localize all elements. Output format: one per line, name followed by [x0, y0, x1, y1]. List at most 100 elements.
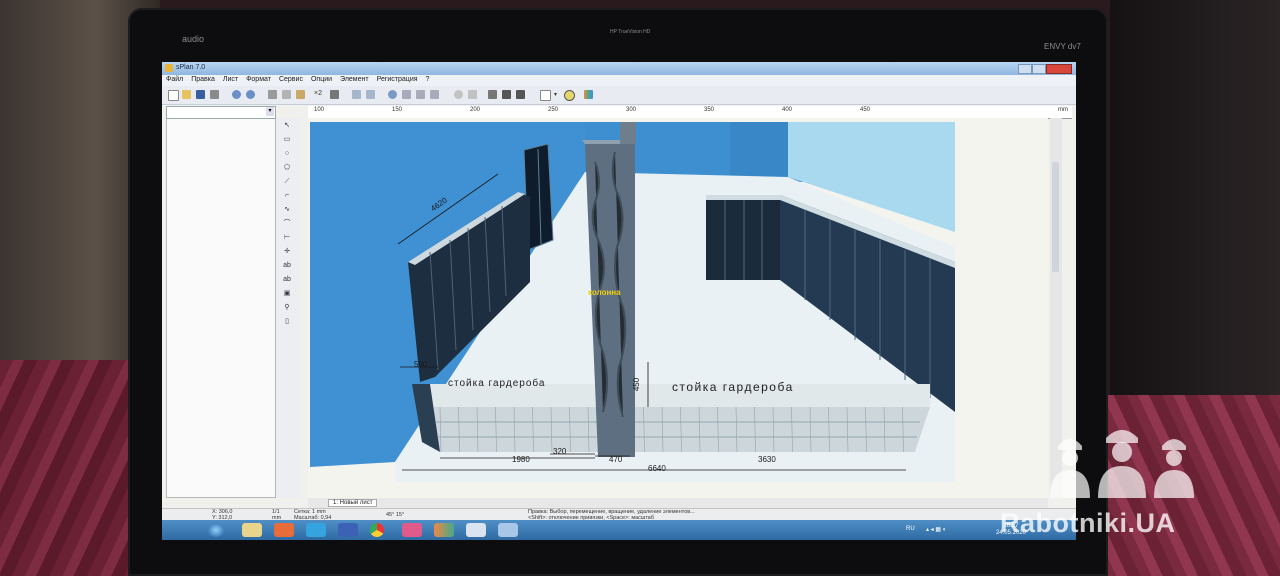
media-player-icon[interactable]	[274, 523, 294, 537]
watermark-text: Rabotniki.UA	[1000, 508, 1176, 538]
snap-icon[interactable]	[454, 90, 463, 99]
menu-item-4[interactable]: Сервис	[279, 76, 303, 83]
menu-item-5[interactable]: Опции	[311, 76, 332, 83]
binoculars-icon[interactable]	[516, 90, 525, 99]
chevron-down-icon[interactable]: ▾	[554, 91, 557, 98]
library-select[interactable]: ▾	[166, 106, 276, 119]
dimension-tool-icon[interactable]: ⊢	[282, 234, 292, 242]
bezel-webcam-label: HP TrueVision HD	[610, 29, 651, 35]
copy-icon[interactable]	[282, 90, 291, 99]
menu-item-3[interactable]: Формат	[246, 76, 271, 83]
polyline-tool-icon[interactable]: ⌐	[282, 192, 292, 200]
chrome-icon[interactable]	[370, 523, 384, 537]
image-tool-icon[interactable]: ▣	[282, 290, 292, 298]
angle-snap-readout[interactable]: 45° 15°	[386, 512, 404, 518]
sheet-tab-1[interactable]: 1: Новый лист	[328, 499, 378, 507]
ie-browser-icon[interactable]	[338, 523, 358, 537]
ruler-top-tick: 150	[392, 107, 403, 113]
window-titlebar[interactable]: sPlan 7.0	[162, 62, 1076, 75]
ruler-top-tick: 200	[470, 107, 481, 113]
undo-icon[interactable]	[232, 90, 241, 99]
rack-height-label: 450	[632, 377, 642, 392]
splan-taskbar-icon[interactable]	[434, 523, 454, 537]
dim-320-label: 320	[553, 447, 567, 456]
redo-icon[interactable]	[246, 90, 255, 99]
maximize-button[interactable]	[1032, 64, 1046, 74]
ungroup-icon[interactable]	[366, 90, 375, 99]
text-tool-icon[interactable]: ab	[282, 262, 292, 270]
rack-right-label: стойка гардероба	[672, 380, 794, 394]
open-folder-icon[interactable]	[182, 90, 191, 99]
ruler-top-tick: 100	[314, 107, 325, 113]
mirror-horizontal-icon[interactable]	[402, 90, 411, 99]
measure-icon[interactable]	[502, 90, 511, 99]
library-icon[interactable]	[584, 90, 593, 99]
vertical-scrollbar-thumb[interactable]	[1052, 162, 1059, 272]
menu-item-8[interactable]: ?	[426, 76, 430, 83]
paste-icon[interactable]	[296, 90, 305, 99]
save-icon[interactable]	[196, 90, 205, 99]
dim-6640-label: 6640	[648, 464, 666, 473]
windows-taskbar: RU ▴ ◂ ▦ ◐ 18:57 24.05.2020	[162, 520, 1076, 540]
bezel-brand-audio: audio	[182, 34, 205, 44]
align-icon[interactable]	[430, 90, 439, 99]
menu-item-2[interactable]: Лист	[223, 76, 238, 83]
menu-item-7[interactable]: Регистрация	[377, 76, 418, 83]
drawing-tools-strip: ↖ ▭ ○ ⬠ ⟋ ⌐ ∿ ⌒ ⊢ ✛ ab ab ▣ ⚲ ▯	[276, 118, 300, 498]
keyboard-language[interactable]: RU	[906, 526, 915, 532]
polygon-tool-icon[interactable]: ⬠	[282, 164, 292, 172]
zoom-tool-icon[interactable]: ⚲	[282, 304, 292, 312]
dim-1980-label: 1980	[512, 455, 530, 464]
text-frame-tool-icon[interactable]: ab	[282, 276, 292, 284]
rack-left-label: стойка гардероба	[448, 378, 546, 389]
line-tool-icon[interactable]: ⟋	[282, 178, 292, 186]
mirror-vertical-icon[interactable]	[416, 90, 425, 99]
ruler-top-tick: 300	[626, 107, 637, 113]
pen-app-icon[interactable]	[466, 523, 486, 537]
zoom-icon[interactable]	[564, 90, 575, 101]
rotate-icon[interactable]	[388, 90, 397, 99]
explorer-icon[interactable]	[242, 523, 262, 537]
app-icon	[165, 64, 173, 72]
duplicate-x2-button[interactable]: ×2	[314, 90, 322, 97]
cut-icon[interactable]	[268, 90, 277, 99]
background-wall-right	[1110, 0, 1280, 400]
arc-tool-icon[interactable]: ⌒	[282, 220, 292, 228]
menu-item-6[interactable]: Элемент	[340, 76, 369, 83]
window-app-icon[interactable]	[498, 523, 518, 537]
measure-tool-icon[interactable]: ▯	[282, 318, 292, 326]
ruler-top-tick: 400	[782, 107, 793, 113]
menu-bar: Файл Правка Лист Формат Сервис Опции Элемент Ре…	[162, 75, 1076, 86]
menu-item-1[interactable]: Правка	[191, 76, 215, 83]
chevron-down-icon[interactable]: ▾	[266, 107, 274, 116]
ruler-top-tick: mm	[1058, 107, 1068, 113]
laptop-screen: sPlan 7.0 Файл Правка Лист Формат Сервис Опци…	[162, 62, 1076, 540]
bezel-model-label: ENVY dv7	[1044, 42, 1081, 51]
menu-item-0[interactable]: Файл	[166, 76, 183, 83]
rectangle-tool-icon[interactable]: ▭	[282, 136, 292, 144]
pointer-tool-icon[interactable]: ↖	[282, 122, 292, 130]
close-button[interactable]	[1046, 64, 1072, 74]
new-file-icon[interactable]	[168, 90, 179, 101]
dim-3630-label: 3630	[758, 455, 776, 464]
ellipse-tool-icon[interactable]: ○	[282, 150, 292, 158]
node-tool-icon[interactable]: ✛	[282, 248, 292, 256]
tray-icons[interactable]: ▴ ◂ ▦ ◐	[926, 526, 946, 533]
edge-browser-icon[interactable]	[306, 523, 326, 537]
ruler-top-tick: 350	[704, 107, 715, 113]
start-button[interactable]	[208, 523, 224, 537]
group-icon[interactable]	[352, 90, 361, 99]
wardrobe-room-render[interactable]	[310, 122, 955, 482]
page-icon[interactable]	[540, 90, 551, 101]
paint-icon[interactable]	[402, 523, 422, 537]
move-icon[interactable]	[488, 90, 497, 99]
minimize-button[interactable]	[1018, 64, 1032, 74]
layer-icon[interactable]	[468, 90, 477, 99]
bezier-tool-icon[interactable]: ∿	[282, 206, 292, 214]
window-title: sPlan 7.0	[176, 64, 206, 71]
ruler-top-tick: 450	[860, 107, 871, 113]
toolbar: ×2 ▾	[162, 86, 1076, 105]
print-icon[interactable]	[210, 90, 219, 99]
rack-depth-label: 560	[414, 360, 428, 369]
delete-icon[interactable]	[330, 90, 339, 99]
